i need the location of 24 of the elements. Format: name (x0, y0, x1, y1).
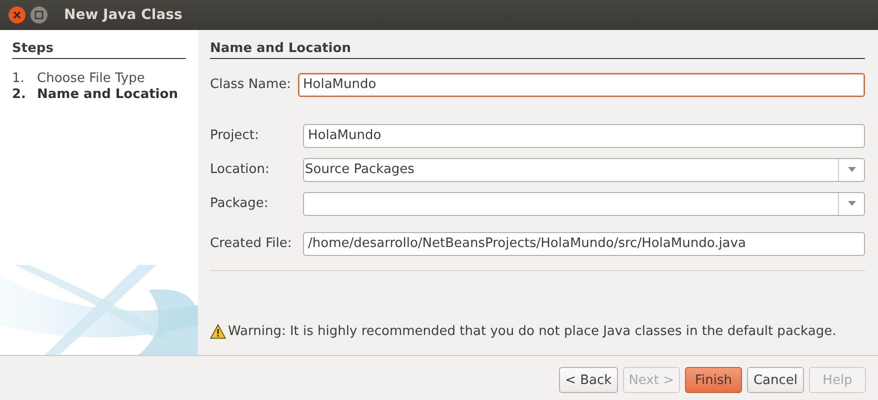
input-field[interactable]: /home/desarrollo/NetBeansProjects/HolaMundo/src/HolaMundo.java (303, 232, 865, 256)
dropdown[interactable]: Source Packages (303, 158, 865, 182)
wizard-button[interactable]: Cancel (747, 367, 804, 393)
wizard-button[interactable]: < Back (559, 367, 618, 393)
dropdown[interactable] (303, 192, 865, 216)
close-icon[interactable] (8, 6, 26, 24)
field-label: Class Name: (210, 77, 292, 92)
field-label: Project: (210, 128, 260, 143)
step-item: 2. Name and Location (12, 87, 179, 102)
wizard-button[interactable]: Finish (685, 367, 742, 393)
steps-heading: Steps (12, 41, 186, 59)
field-label: Created File: (210, 236, 293, 251)
field-label: Package: (210, 196, 270, 211)
input-field[interactable]: HolaMundo (298, 72, 865, 96)
maximize-icon[interactable] (30, 6, 48, 24)
field-label: Location: (210, 162, 270, 177)
input-field[interactable]: HolaMundo (303, 124, 865, 148)
step-item: 1. Choose File Type (12, 71, 146, 86)
caret-icon (848, 167, 856, 172)
warning-message: Warning: It is highly recommended that you do not place Java classes in the default package. (228, 324, 836, 339)
caret-icon (848, 201, 856, 206)
section-heading: Name and Location (210, 41, 865, 59)
window-title: New Java Class (64, 7, 182, 23)
warning-icon (210, 324, 226, 339)
